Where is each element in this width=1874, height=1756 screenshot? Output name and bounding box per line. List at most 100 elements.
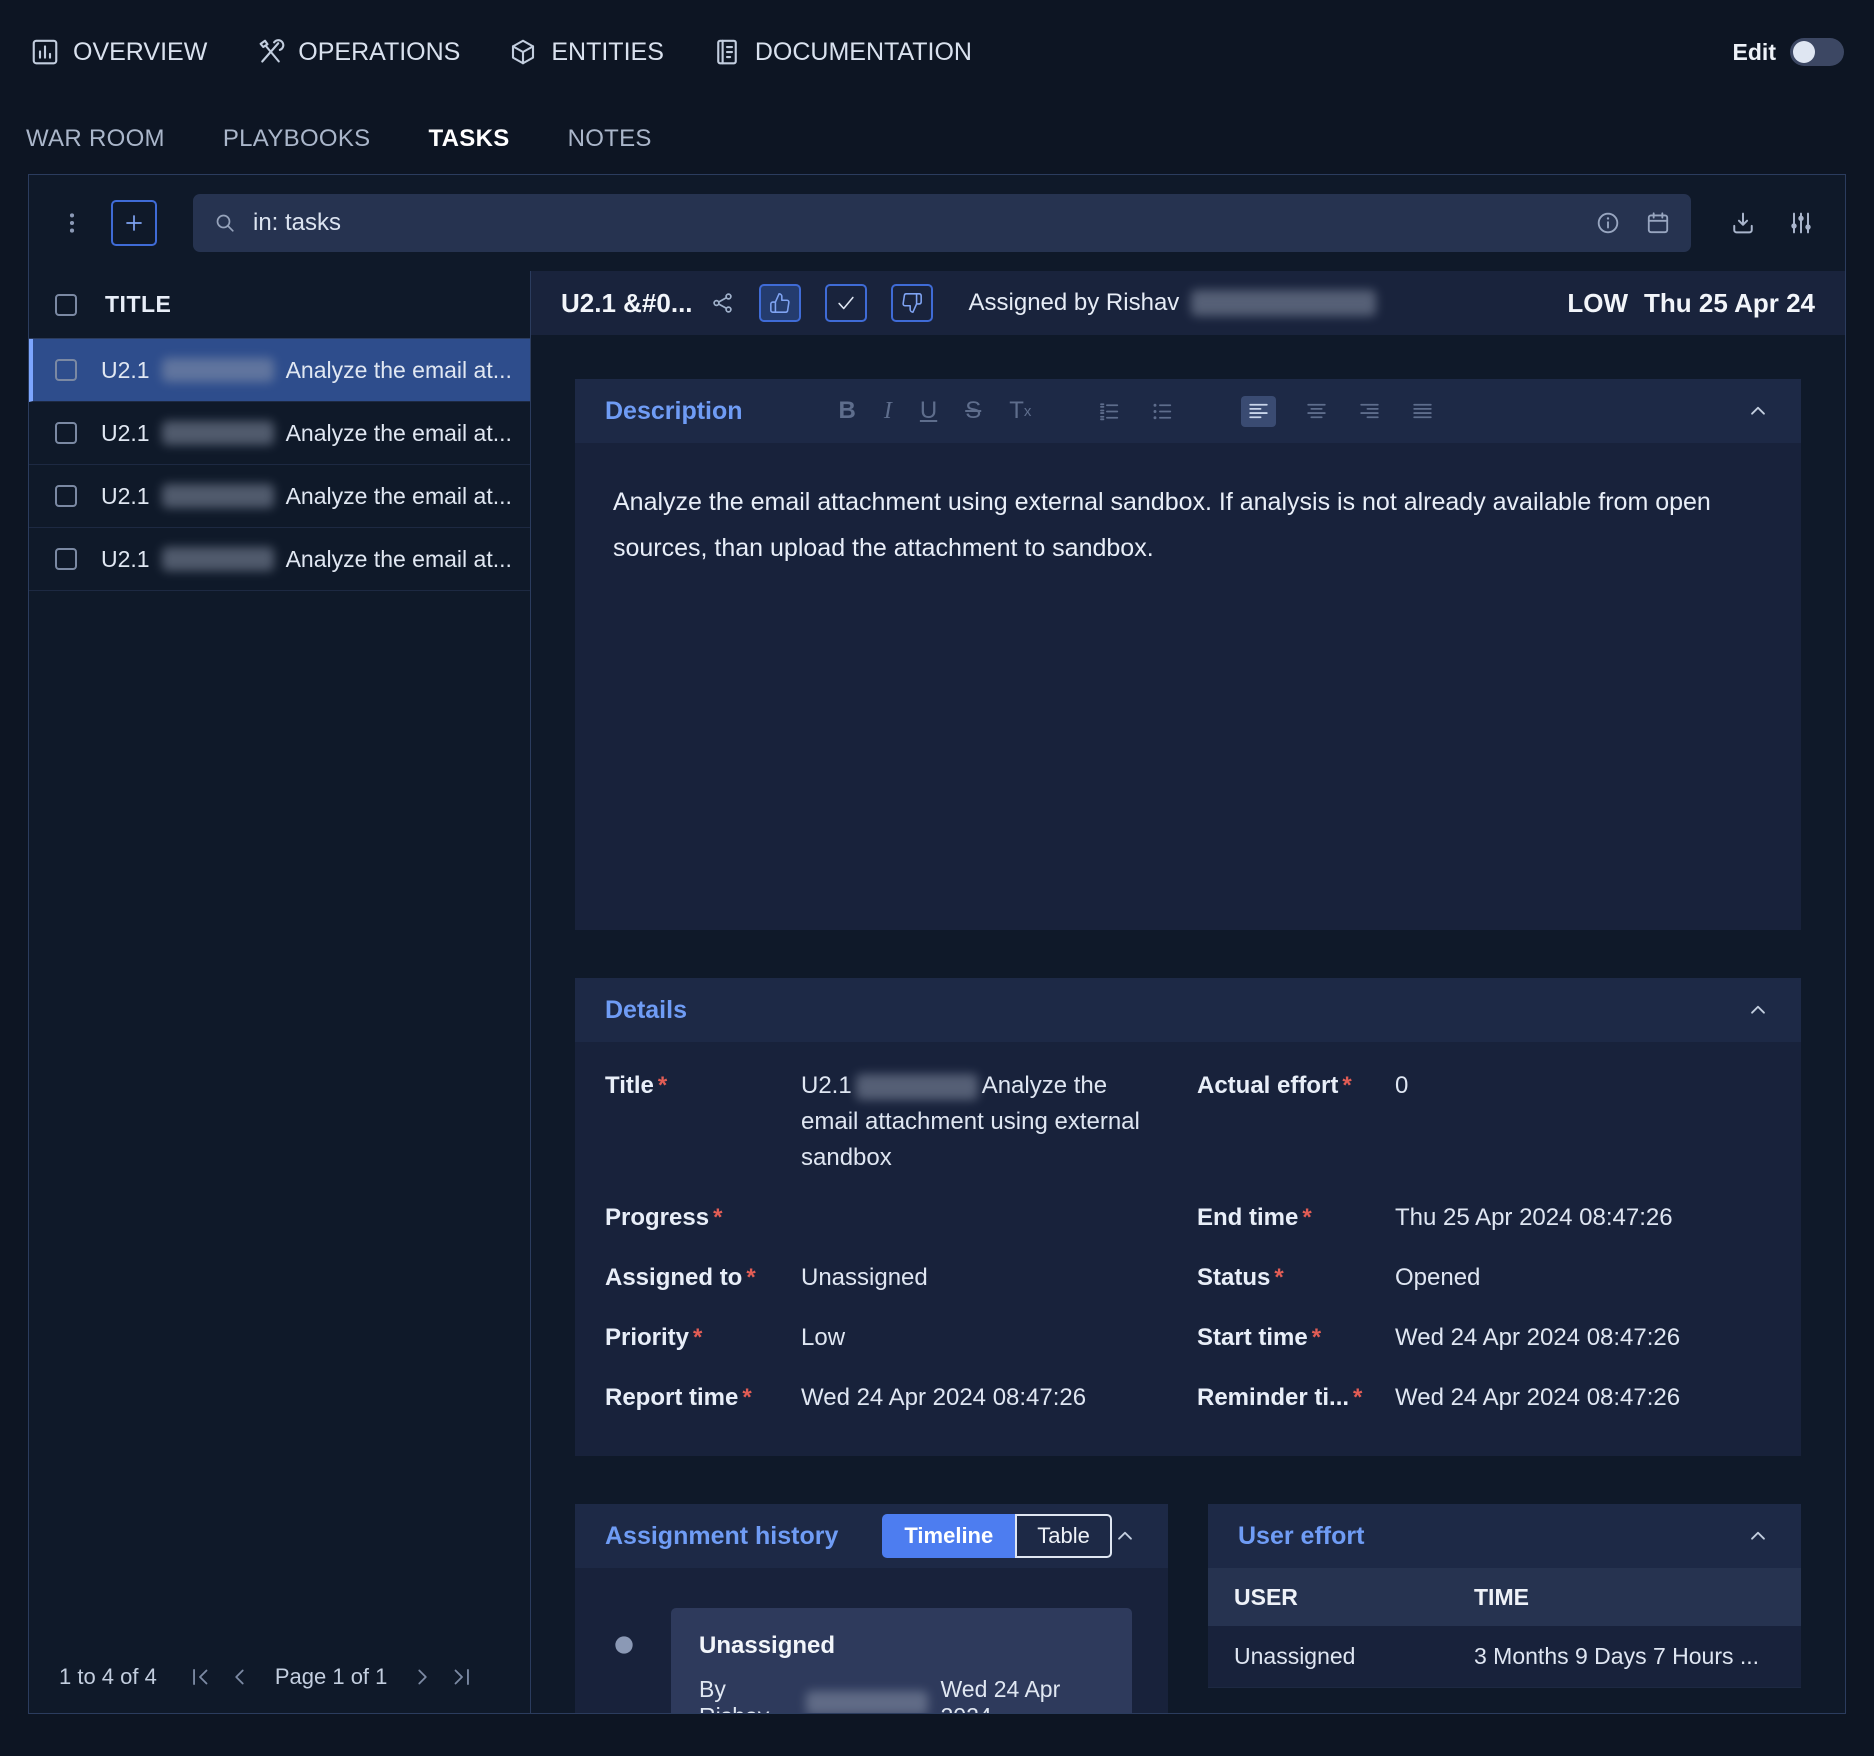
row-checkbox[interactable] — [55, 485, 77, 507]
nav-operations-label: OPERATIONS — [298, 38, 460, 67]
task-row[interactable]: U2.1 Analyze the email at... — [29, 339, 530, 402]
next-page-icon[interactable] — [409, 1664, 435, 1690]
field-label-status: Status* — [1197, 1260, 1395, 1296]
field-label-reminder-time: Reminder ti...* — [1197, 1380, 1395, 1416]
plus-icon — [122, 211, 146, 235]
complete-task-button[interactable] — [825, 284, 867, 322]
nav-documentation-label: DOCUMENTATION — [755, 38, 972, 67]
field-label-title: Title* — [605, 1068, 801, 1104]
timeline-entry-byline: By Rishav Wed 24 Apr 2024 — [699, 1676, 1104, 1713]
task-row-title: Analyze the email at... — [286, 483, 512, 510]
select-all-checkbox[interactable] — [55, 294, 77, 316]
task-row[interactable]: U2.1 Analyze the email at... — [29, 402, 530, 465]
priority-value: LOW — [1567, 288, 1628, 319]
bullet-list-icon[interactable] — [1150, 399, 1175, 424]
nav-item-operations[interactable]: OPERATIONS — [255, 37, 460, 67]
collapse-details-icon[interactable] — [1745, 997, 1771, 1023]
document-icon — [712, 37, 742, 67]
nav-item-overview[interactable]: OVERVIEW — [30, 37, 207, 67]
add-task-button[interactable] — [111, 200, 157, 246]
richtext-toolbar: B I U S Tx — [839, 396, 1436, 427]
nav-overview-label: OVERVIEW — [73, 38, 207, 67]
field-value-start-time: Wed 24 Apr 2024 08:47:26 — [1395, 1320, 1771, 1356]
cube-icon — [508, 37, 538, 67]
required-marker: * — [746, 1264, 755, 1291]
tab-war-room[interactable]: WAR ROOM — [26, 125, 165, 153]
tab-notes[interactable]: NOTES — [568, 125, 652, 153]
tab-playbooks[interactable]: PLAYBOOKS — [223, 125, 371, 153]
filters-sliders-icon[interactable] — [1787, 209, 1815, 237]
clear-formatting-icon[interactable]: Tx — [1009, 397, 1031, 425]
edit-label: Edit — [1733, 39, 1776, 66]
align-center-icon[interactable] — [1304, 399, 1329, 424]
tab-tasks[interactable]: TASKS — [429, 125, 510, 153]
nav-item-documentation[interactable]: DOCUMENTATION — [712, 37, 972, 67]
redacted-text — [162, 421, 274, 445]
task-row[interactable]: U2.1 Analyze the email at... — [29, 528, 530, 591]
row-checkbox[interactable] — [55, 359, 77, 381]
search-input[interactable]: in: tasks — [193, 194, 1691, 252]
required-marker: * — [1342, 1072, 1351, 1099]
task-list-header: TITLE — [29, 271, 530, 339]
task-list-panel: TITLE U2.1 Analyze the email at... U2.1 … — [29, 271, 531, 1713]
collapse-description-icon[interactable] — [1745, 398, 1771, 424]
task-row-prefix: U2.1 — [101, 483, 150, 510]
page-label: Page 1 of 1 — [275, 1664, 388, 1690]
first-page-icon[interactable] — [187, 1664, 213, 1690]
calendar-icon[interactable] — [1645, 210, 1671, 236]
field-label-priority: Priority* — [605, 1320, 801, 1356]
collapse-user-effort-icon[interactable] — [1745, 1523, 1771, 1549]
bold-icon[interactable]: B — [839, 397, 856, 425]
title-column-header: TITLE — [105, 291, 171, 318]
align-justify-icon[interactable] — [1410, 399, 1435, 424]
required-marker: * — [1274, 1264, 1283, 1291]
ordered-list-icon[interactable] — [1097, 399, 1122, 424]
due-date-value: Thu 25 Apr 24 — [1644, 288, 1815, 319]
prev-page-icon[interactable] — [227, 1664, 253, 1690]
tasks-main: TITLE U2.1 Analyze the email at... U2.1 … — [29, 271, 1845, 1713]
align-left-icon[interactable] — [1241, 396, 1276, 427]
share-graph-icon[interactable] — [711, 291, 735, 315]
italic-icon[interactable]: I — [884, 398, 892, 425]
user-effort-section: User effort USER TIME Unassigned 3 Month… — [1208, 1504, 1801, 1688]
user-column-header: USER — [1234, 1584, 1474, 1611]
field-value-reminder-time: Wed 24 Apr 2024 08:47:26 — [1395, 1380, 1771, 1416]
clear-formatting-t: T — [1009, 397, 1024, 425]
row-checkbox[interactable] — [55, 422, 77, 444]
kebab-menu-icon[interactable] — [59, 210, 85, 236]
assignment-history-header: Assignment history Timeline Table — [575, 1504, 1168, 1568]
download-icon[interactable] — [1729, 209, 1757, 237]
strikethrough-icon[interactable]: S — [965, 397, 981, 425]
row-checkbox[interactable] — [55, 548, 77, 570]
user-effort-row: Unassigned 3 Months 9 Days 7 Hours ... — [1208, 1626, 1801, 1688]
task-row[interactable]: U2.1 Analyze the email at... — [29, 465, 530, 528]
field-label-assigned-to: Assigned to* — [605, 1260, 801, 1296]
assigned-by-label: Assigned by Rishav — [969, 289, 1180, 317]
collapse-assignment-history-icon[interactable] — [1112, 1523, 1138, 1549]
description-body: Analyze the email attachment using exter… — [575, 443, 1801, 930]
info-icon[interactable] — [1595, 210, 1621, 236]
assignment-history-title: Assignment history — [605, 1522, 838, 1551]
assignment-timeline: Unassigned By Rishav Wed 24 Apr 2024 — [575, 1568, 1168, 1713]
last-page-icon[interactable] — [449, 1664, 475, 1690]
redacted-text — [806, 1691, 928, 1713]
assignment-history-section: Assignment history Timeline Table — [575, 1504, 1168, 1713]
redacted-text — [162, 358, 274, 382]
user-effort-user: Unassigned — [1234, 1643, 1474, 1670]
timeline-tab[interactable]: Timeline — [882, 1514, 1015, 1558]
search-query-text: in: tasks — [253, 209, 341, 237]
user-effort-table-header: USER TIME — [1208, 1568, 1801, 1626]
align-right-icon[interactable] — [1357, 399, 1382, 424]
thumbs-up-button[interactable] — [759, 284, 801, 322]
edit-toggle[interactable] — [1790, 38, 1844, 66]
checkmark-icon — [835, 292, 857, 314]
nav-item-entities[interactable]: ENTITIES — [508, 37, 664, 67]
description-section: Description B I U S Tx — [575, 379, 1801, 930]
redacted-text — [1191, 290, 1376, 316]
field-value-actual-effort: 0 — [1395, 1068, 1771, 1104]
task-detail-panel: U2.1 &#0... Assigned by Rishav — [531, 271, 1845, 1713]
underline-icon[interactable]: U — [920, 397, 937, 425]
table-tab[interactable]: Table — [1015, 1514, 1112, 1558]
thumbs-down-button[interactable] — [891, 284, 933, 322]
bar-chart-icon — [30, 37, 60, 67]
